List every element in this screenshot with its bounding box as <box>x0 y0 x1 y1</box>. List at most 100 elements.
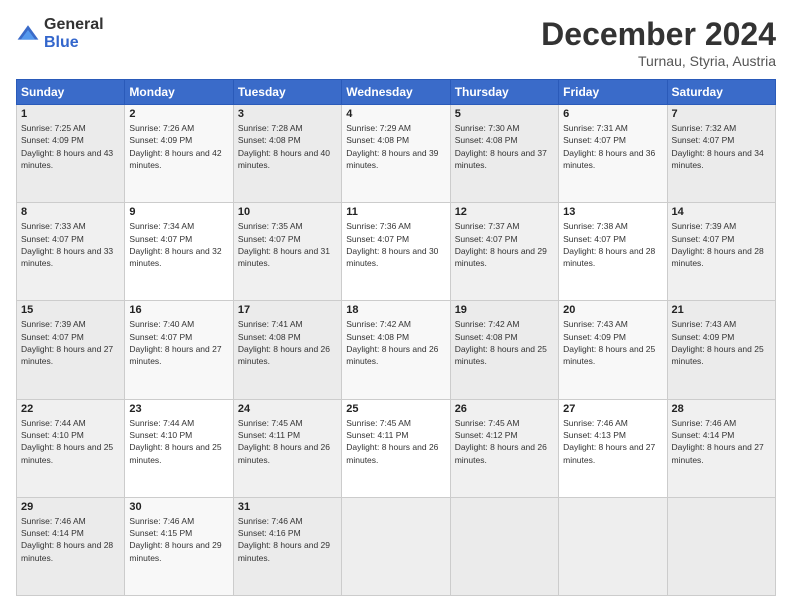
day-info: Sunrise: 7:42 AMSunset: 4:08 PMDaylight:… <box>455 319 547 366</box>
day-info: Sunrise: 7:45 AMSunset: 4:11 PMDaylight:… <box>238 418 330 465</box>
day-info: Sunrise: 7:39 AMSunset: 4:07 PMDaylight:… <box>21 319 113 366</box>
day-info: Sunrise: 7:26 AMSunset: 4:09 PMDaylight:… <box>129 123 221 170</box>
day-info: Sunrise: 7:25 AMSunset: 4:09 PMDaylight:… <box>21 123 113 170</box>
calendar-cell: 8 Sunrise: 7:33 AMSunset: 4:07 PMDayligh… <box>17 203 125 301</box>
calendar-cell: 16 Sunrise: 7:40 AMSunset: 4:07 PMDaylig… <box>125 301 233 399</box>
day-info: Sunrise: 7:46 AMSunset: 4:14 PMDaylight:… <box>672 418 764 465</box>
day-number: 6 <box>563 108 662 120</box>
day-number: 12 <box>455 206 554 218</box>
day-number: 9 <box>129 206 228 218</box>
day-info: Sunrise: 7:42 AMSunset: 4:08 PMDaylight:… <box>346 319 438 366</box>
day-number: 27 <box>563 403 662 415</box>
day-info: Sunrise: 7:45 AMSunset: 4:12 PMDaylight:… <box>455 418 547 465</box>
day-number: 29 <box>21 501 120 513</box>
day-number: 26 <box>455 403 554 415</box>
day-info: Sunrise: 7:37 AMSunset: 4:07 PMDaylight:… <box>455 221 547 268</box>
day-info: Sunrise: 7:34 AMSunset: 4:07 PMDaylight:… <box>129 221 221 268</box>
day-number: 11 <box>346 206 445 218</box>
day-info: Sunrise: 7:46 AMSunset: 4:16 PMDaylight:… <box>238 516 330 563</box>
calendar-week-1: 1 Sunrise: 7:25 AMSunset: 4:09 PMDayligh… <box>17 105 776 203</box>
day-info: Sunrise: 7:32 AMSunset: 4:07 PMDaylight:… <box>672 123 764 170</box>
calendar-cell <box>559 497 667 595</box>
day-number: 17 <box>238 304 337 316</box>
day-number: 22 <box>21 403 120 415</box>
day-number: 18 <box>346 304 445 316</box>
weekday-header-wednesday: Wednesday <box>342 80 450 105</box>
day-number: 3 <box>238 108 337 120</box>
calendar-cell: 23 Sunrise: 7:44 AMSunset: 4:10 PMDaylig… <box>125 399 233 497</box>
logo-icon <box>16 22 40 46</box>
day-info: Sunrise: 7:43 AMSunset: 4:09 PMDaylight:… <box>563 319 655 366</box>
calendar-cell: 25 Sunrise: 7:45 AMSunset: 4:11 PMDaylig… <box>342 399 450 497</box>
day-number: 20 <box>563 304 662 316</box>
day-info: Sunrise: 7:44 AMSunset: 4:10 PMDaylight:… <box>129 418 221 465</box>
day-info: Sunrise: 7:36 AMSunset: 4:07 PMDaylight:… <box>346 221 438 268</box>
calendar-week-5: 29 Sunrise: 7:46 AMSunset: 4:14 PMDaylig… <box>17 497 776 595</box>
day-info: Sunrise: 7:43 AMSunset: 4:09 PMDaylight:… <box>672 319 764 366</box>
day-number: 28 <box>672 403 771 415</box>
day-number: 23 <box>129 403 228 415</box>
weekday-header-saturday: Saturday <box>667 80 775 105</box>
calendar-cell: 24 Sunrise: 7:45 AMSunset: 4:11 PMDaylig… <box>233 399 341 497</box>
calendar-cell: 3 Sunrise: 7:28 AMSunset: 4:08 PMDayligh… <box>233 105 341 203</box>
calendar-cell: 31 Sunrise: 7:46 AMSunset: 4:16 PMDaylig… <box>233 497 341 595</box>
weekday-header-thursday: Thursday <box>450 80 558 105</box>
calendar-cell: 10 Sunrise: 7:35 AMSunset: 4:07 PMDaylig… <box>233 203 341 301</box>
day-number: 30 <box>129 501 228 513</box>
day-number: 4 <box>346 108 445 120</box>
day-info: Sunrise: 7:46 AMSunset: 4:14 PMDaylight:… <box>21 516 113 563</box>
day-number: 8 <box>21 206 120 218</box>
calendar-cell: 17 Sunrise: 7:41 AMSunset: 4:08 PMDaylig… <box>233 301 341 399</box>
day-number: 13 <box>563 206 662 218</box>
calendar-cell: 5 Sunrise: 7:30 AMSunset: 4:08 PMDayligh… <box>450 105 558 203</box>
calendar-cell: 20 Sunrise: 7:43 AMSunset: 4:09 PMDaylig… <box>559 301 667 399</box>
day-number: 25 <box>346 403 445 415</box>
calendar-cell: 7 Sunrise: 7:32 AMSunset: 4:07 PMDayligh… <box>667 105 775 203</box>
day-info: Sunrise: 7:39 AMSunset: 4:07 PMDaylight:… <box>672 221 764 268</box>
day-number: 19 <box>455 304 554 316</box>
day-number: 21 <box>672 304 771 316</box>
calendar-cell <box>450 497 558 595</box>
calendar-cell: 1 Sunrise: 7:25 AMSunset: 4:09 PMDayligh… <box>17 105 125 203</box>
logo: General Blue <box>16 16 104 51</box>
day-info: Sunrise: 7:45 AMSunset: 4:11 PMDaylight:… <box>346 418 438 465</box>
logo-text: General Blue <box>44 16 104 51</box>
day-info: Sunrise: 7:29 AMSunset: 4:08 PMDaylight:… <box>346 123 438 170</box>
calendar-cell: 6 Sunrise: 7:31 AMSunset: 4:07 PMDayligh… <box>559 105 667 203</box>
day-number: 31 <box>238 501 337 513</box>
weekday-header-friday: Friday <box>559 80 667 105</box>
logo-general: General <box>44 16 104 34</box>
day-info: Sunrise: 7:30 AMSunset: 4:08 PMDaylight:… <box>455 123 547 170</box>
day-number: 1 <box>21 108 120 120</box>
calendar-cell: 4 Sunrise: 7:29 AMSunset: 4:08 PMDayligh… <box>342 105 450 203</box>
weekday-header-sunday: Sunday <box>17 80 125 105</box>
calendar-cell <box>342 497 450 595</box>
day-number: 5 <box>455 108 554 120</box>
calendar-cell: 29 Sunrise: 7:46 AMSunset: 4:14 PMDaylig… <box>17 497 125 595</box>
day-info: Sunrise: 7:46 AMSunset: 4:13 PMDaylight:… <box>563 418 655 465</box>
day-number: 7 <box>672 108 771 120</box>
day-info: Sunrise: 7:35 AMSunset: 4:07 PMDaylight:… <box>238 221 330 268</box>
day-info: Sunrise: 7:33 AMSunset: 4:07 PMDaylight:… <box>21 221 113 268</box>
calendar-cell: 18 Sunrise: 7:42 AMSunset: 4:08 PMDaylig… <box>342 301 450 399</box>
weekday-header-monday: Monday <box>125 80 233 105</box>
calendar-cell: 2 Sunrise: 7:26 AMSunset: 4:09 PMDayligh… <box>125 105 233 203</box>
day-number: 10 <box>238 206 337 218</box>
calendar-cell: 11 Sunrise: 7:36 AMSunset: 4:07 PMDaylig… <box>342 203 450 301</box>
calendar-cell: 12 Sunrise: 7:37 AMSunset: 4:07 PMDaylig… <box>450 203 558 301</box>
calendar-cell: 13 Sunrise: 7:38 AMSunset: 4:07 PMDaylig… <box>559 203 667 301</box>
day-info: Sunrise: 7:44 AMSunset: 4:10 PMDaylight:… <box>21 418 113 465</box>
day-number: 2 <box>129 108 228 120</box>
day-number: 15 <box>21 304 120 316</box>
title-block: December 2024 Turnau, Styria, Austria <box>541 16 776 69</box>
calendar-table: SundayMondayTuesdayWednesdayThursdayFrid… <box>16 79 776 596</box>
calendar-cell: 21 Sunrise: 7:43 AMSunset: 4:09 PMDaylig… <box>667 301 775 399</box>
location: Turnau, Styria, Austria <box>541 53 776 69</box>
day-info: Sunrise: 7:46 AMSunset: 4:15 PMDaylight:… <box>129 516 221 563</box>
calendar-cell: 28 Sunrise: 7:46 AMSunset: 4:14 PMDaylig… <box>667 399 775 497</box>
day-number: 14 <box>672 206 771 218</box>
page: General Blue December 2024 Turnau, Styri… <box>0 0 792 612</box>
calendar-cell: 19 Sunrise: 7:42 AMSunset: 4:08 PMDaylig… <box>450 301 558 399</box>
day-info: Sunrise: 7:41 AMSunset: 4:08 PMDaylight:… <box>238 319 330 366</box>
calendar-week-2: 8 Sunrise: 7:33 AMSunset: 4:07 PMDayligh… <box>17 203 776 301</box>
